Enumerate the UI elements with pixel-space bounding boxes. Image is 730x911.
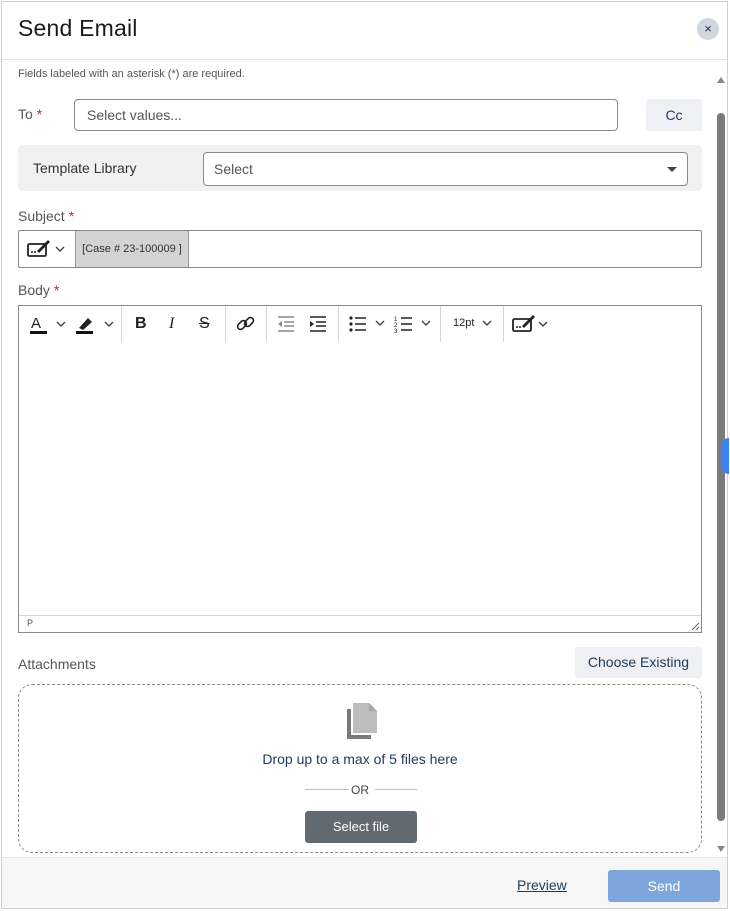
body-label: Body * <box>18 282 60 298</box>
signature-icon <box>512 315 548 332</box>
resize-handle-icon[interactable] <box>690 621 700 631</box>
send-email-dialog: Send Email × Fields labeled with an aste… <box>1 1 729 909</box>
cc-button[interactable]: Cc <box>646 99 702 131</box>
to-placeholder: Select values... <box>87 107 182 123</box>
required-asterisk: * <box>68 208 75 224</box>
toolbar-group-indent <box>266 306 339 342</box>
file-dropzone[interactable]: Drop up to a max of 5 files here OR Sele… <box>18 684 702 853</box>
toolbar-group-colors: A <box>19 306 122 342</box>
toolbar-group-lists: 1 2 3 <box>338 306 441 342</box>
required-asterisk: * <box>53 282 60 298</box>
highlight-color-button[interactable] <box>73 312 117 336</box>
text-color-icon: A <box>30 315 66 334</box>
required-asterisk: * <box>36 106 43 122</box>
to-input[interactable]: Select values... <box>74 99 618 131</box>
signature-icon <box>27 240 65 257</box>
template-select[interactable]: Select <box>203 152 688 186</box>
svg-text:3: 3 <box>394 329 398 333</box>
subject-case-token: [Case # 23-100009 ] <box>75 231 189 267</box>
toolbar-group-format: B I S <box>121 306 226 342</box>
select-file-button[interactable]: Select file <box>305 811 417 843</box>
side-tab-handle[interactable] <box>721 438 729 474</box>
strikethrough-icon[interactable]: S <box>199 315 210 333</box>
italic-icon[interactable]: I <box>169 315 174 333</box>
toolbar-group-fontsize: 12pt <box>440 306 504 342</box>
editor-toolbar: A B I S 1 2 3 12pt <box>18 305 702 343</box>
link-icon[interactable] <box>235 314 257 334</box>
divider-right <box>375 789 417 790</box>
choose-existing-button[interactable]: Choose Existing <box>575 647 702 678</box>
template-library-row: Template Library Select <box>18 145 702 191</box>
insert-field-button[interactable] <box>503 306 563 342</box>
font-size-select[interactable]: 12pt <box>453 317 474 329</box>
subject-label: Subject * <box>18 208 75 224</box>
preview-link[interactable]: Preview <box>517 877 567 893</box>
subject-field[interactable]: [Case # 23-100009 ] <box>18 230 702 268</box>
close-icon: × <box>704 21 712 36</box>
dialog-content: Fields labeled with an asterisk (*) are … <box>2 60 718 860</box>
files-icon <box>347 703 377 739</box>
chevron-down-icon <box>482 320 492 326</box>
send-button[interactable]: Send <box>608 870 720 902</box>
required-note: Fields labeled with an asterisk (*) are … <box>18 68 245 80</box>
scroll-up-icon[interactable] <box>717 77 725 83</box>
element-path: P <box>27 618 34 628</box>
subject-insert-field-button[interactable] <box>19 231 75 267</box>
attachments-label: Attachments <box>18 656 96 672</box>
dialog-footer: Preview Send <box>2 857 727 908</box>
bullet-list-icon[interactable] <box>348 315 392 333</box>
drop-instructions: Drop up to a max of 5 files here <box>262 751 458 767</box>
numbered-list-icon[interactable]: 1 2 3 <box>394 315 438 333</box>
dialog-header: Send Email × <box>2 2 727 60</box>
template-select-value: Select <box>214 161 253 177</box>
indent-icon[interactable] <box>308 315 328 333</box>
toolbar-group-link <box>225 306 267 342</box>
to-label: To * <box>18 106 43 122</box>
svg-text:A: A <box>31 315 41 332</box>
close-button[interactable]: × <box>697 18 719 40</box>
scroll-down-icon[interactable] <box>717 846 725 852</box>
or-separator: OR <box>351 783 369 797</box>
text-color-button[interactable]: A <box>27 312 69 336</box>
body-editor[interactable]: P <box>18 342 702 633</box>
editor-statusbar: P <box>19 615 701 632</box>
highlight-icon <box>76 318 114 334</box>
template-library-label: Template Library <box>33 160 137 176</box>
outdent-icon[interactable] <box>276 315 296 333</box>
dialog-title: Send Email <box>18 15 138 41</box>
bold-icon[interactable]: B <box>135 315 147 333</box>
chevron-down-icon <box>667 167 677 172</box>
